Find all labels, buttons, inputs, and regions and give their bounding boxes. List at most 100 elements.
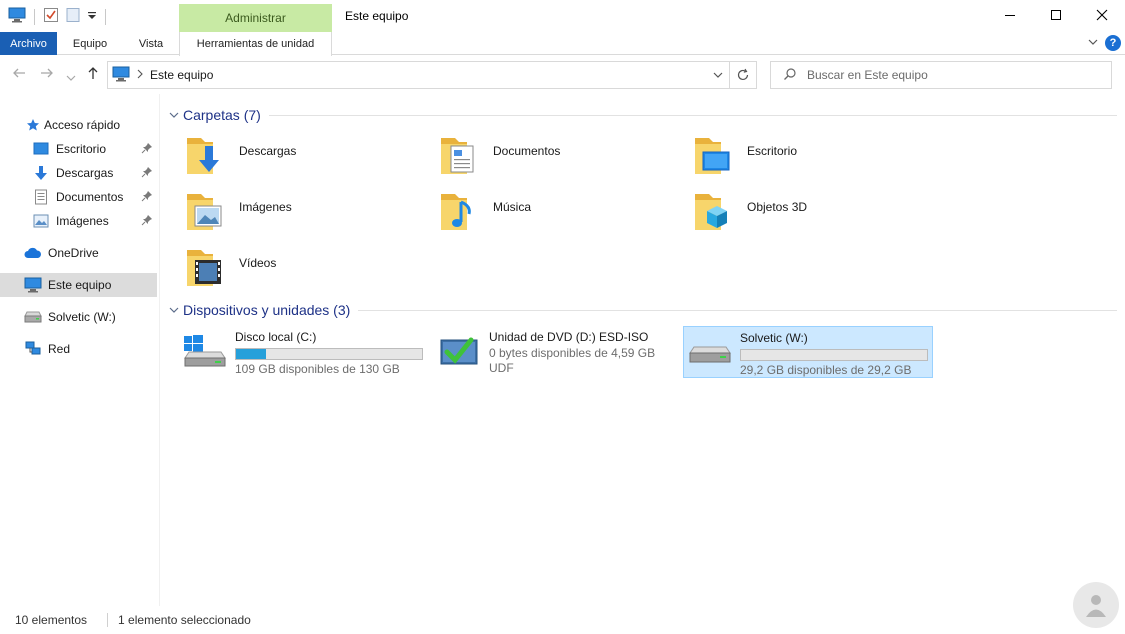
pin-icon[interactable] — [141, 142, 153, 157]
pin-icon[interactable] — [141, 190, 153, 205]
quick-access-toolbar — [8, 7, 108, 26]
toolbar-divider — [34, 8, 35, 25]
folder-musica[interactable]: Música — [437, 188, 687, 240]
maximize-button[interactable] — [1033, 0, 1079, 30]
folder-escritorio[interactable]: Escritorio — [691, 132, 941, 184]
customize-toolbar-icon[interactable] — [87, 7, 97, 26]
search-box[interactable] — [770, 61, 1112, 89]
new-folder-icon[interactable] — [65, 7, 81, 26]
nav-item-label: Acceso rápido — [44, 118, 121, 132]
drive-file-system: UDF — [489, 361, 514, 375]
breadcrumb-este-equipo[interactable]: Este equipo — [150, 68, 213, 82]
videos-folder-icon — [183, 244, 231, 292]
nav-item-label: Descargas — [56, 166, 114, 180]
computer-icon — [112, 66, 130, 85]
context-tab-administrar[interactable]: Administrar — [179, 4, 332, 32]
dvd-drive-icon — [435, 326, 483, 374]
close-button[interactable] — [1079, 0, 1125, 30]
drive-icon — [24, 309, 42, 325]
documents-folder-icon — [437, 132, 485, 180]
download-arrow-icon — [32, 165, 50, 181]
pin-icon[interactable] — [141, 166, 153, 181]
windows-drive-icon — [181, 326, 229, 374]
expand-ribbon-icon[interactable] — [1087, 36, 1099, 51]
nav-item-label: Documentos — [56, 190, 124, 204]
back-arrow-icon[interactable] — [12, 66, 26, 83]
drive-free-space: 0 bytes disponibles de 4,59 GB — [489, 346, 656, 360]
folder-label: Música — [493, 200, 532, 214]
nav-item-acceso-rapido[interactable]: Acceso rápido — [0, 113, 157, 137]
drive-solvetic-w[interactable]: Solvetic (W:) 29,2 GB disponibles de 29,… — [683, 326, 933, 378]
document-icon — [32, 189, 50, 205]
chevron-down-icon[interactable] — [169, 111, 181, 119]
folder-documentos[interactable]: Documentos — [437, 132, 687, 184]
cloud-icon — [24, 245, 42, 261]
nav-item-red[interactable]: Red — [0, 337, 157, 361]
nav-item-descargas[interactable]: Descargas — [0, 161, 157, 185]
nav-item-label: Solvetic (W:) — [48, 310, 116, 324]
ribbon: Archivo Equipo Vista Herramientas de uni… — [0, 32, 1125, 56]
folder-label: Vídeos — [239, 256, 277, 270]
drive-info: Unidad de DVD (D:) ESD-ISO 0 bytes dispo… — [489, 326, 655, 376]
tab-vista[interactable]: Vista — [123, 32, 179, 55]
folder-videos[interactable]: Vídeos — [183, 244, 433, 296]
drive-free-space: 109 GB disponibles de 130 GB — [235, 362, 400, 376]
nav-item-este-equipo[interactable]: Este equipo — [0, 273, 157, 297]
tab-archivo[interactable]: Archivo — [0, 32, 57, 55]
3d-objects-folder-icon — [691, 188, 739, 236]
navigation-pane: Acceso rápido Escritorio Descargas Docum… — [0, 94, 160, 606]
minimize-button[interactable] — [987, 0, 1033, 30]
folder-label: Descargas — [239, 144, 297, 158]
toolbar-divider — [105, 8, 106, 25]
desktop-folder-icon — [691, 132, 739, 180]
chevron-down-icon[interactable] — [169, 306, 181, 314]
nav-item-imagenes[interactable]: Imágenes — [0, 209, 157, 233]
nav-item-documentos[interactable]: Documentos — [0, 185, 157, 209]
address-history-dropdown[interactable] — [706, 62, 730, 88]
group-header-carpetas[interactable]: Carpetas (7) — [169, 107, 1117, 123]
nav-item-onedrive[interactable]: OneDrive — [0, 241, 157, 265]
chevron-down-icon — [713, 72, 722, 78]
group-title: Carpetas (7) — [183, 107, 261, 123]
search-input[interactable] — [807, 68, 1097, 82]
status-divider — [107, 613, 109, 627]
maximize-icon — [1051, 10, 1061, 20]
breadcrumb: Este equipo — [108, 66, 706, 85]
tab-herramientas-de-unidad[interactable]: Herramientas de unidad — [179, 32, 332, 56]
pin-icon[interactable] — [141, 214, 153, 229]
folder-descargas[interactable]: Descargas — [183, 132, 433, 184]
drive-name: Disco local (C:) — [235, 330, 317, 344]
nav-item-solvetic[interactable]: Solvetic (W:) — [0, 305, 157, 329]
window-controls — [987, 0, 1125, 30]
address-bar[interactable]: Este equipo — [107, 61, 757, 89]
nav-item-escritorio[interactable]: Escritorio — [0, 137, 157, 161]
up-arrow-icon[interactable] — [86, 66, 100, 83]
minimize-icon — [1005, 15, 1015, 16]
folder-objetos-3d[interactable]: Objetos 3D — [691, 188, 941, 240]
star-icon — [26, 117, 40, 133]
recent-locations-chevron-icon[interactable] — [66, 69, 76, 85]
nav-item-label: Imágenes — [56, 214, 109, 228]
forward-arrow-icon[interactable] — [40, 66, 54, 83]
drive-disco-local-c[interactable]: Disco local (C:) 109 GB disponibles de 1… — [179, 326, 429, 378]
item-count: 10 elementos — [15, 613, 88, 627]
refresh-button[interactable] — [730, 62, 756, 88]
tab-equipo[interactable]: Equipo — [57, 32, 123, 55]
breadcrumb-chevron-icon[interactable] — [136, 68, 144, 82]
selection-count: 1 elemento seleccionado — [118, 613, 251, 627]
drive-info: Solvetic (W:) 29,2 GB disponibles de 29,… — [740, 327, 928, 378]
computer-icon[interactable] — [8, 7, 26, 26]
group-header-dispositivos[interactable]: Dispositivos y unidades (3) — [169, 302, 1117, 318]
nav-item-label: Escritorio — [56, 142, 107, 156]
removable-drive-icon — [686, 327, 734, 375]
drive-usage-fill — [236, 349, 266, 359]
help-button[interactable]: ? — [1105, 35, 1121, 51]
drive-dvd-d[interactable]: Unidad de DVD (D:) ESD-ISO 0 bytes dispo… — [433, 326, 683, 378]
properties-icon[interactable] — [43, 7, 59, 26]
desktop-icon — [32, 141, 50, 157]
address-row: Este equipo — [0, 56, 1125, 94]
folder-imagenes[interactable]: Imágenes — [183, 188, 433, 240]
nav-item-label: Red — [48, 342, 71, 356]
watermark-logo — [1073, 582, 1119, 628]
group-title: Dispositivos y unidades (3) — [183, 302, 351, 318]
